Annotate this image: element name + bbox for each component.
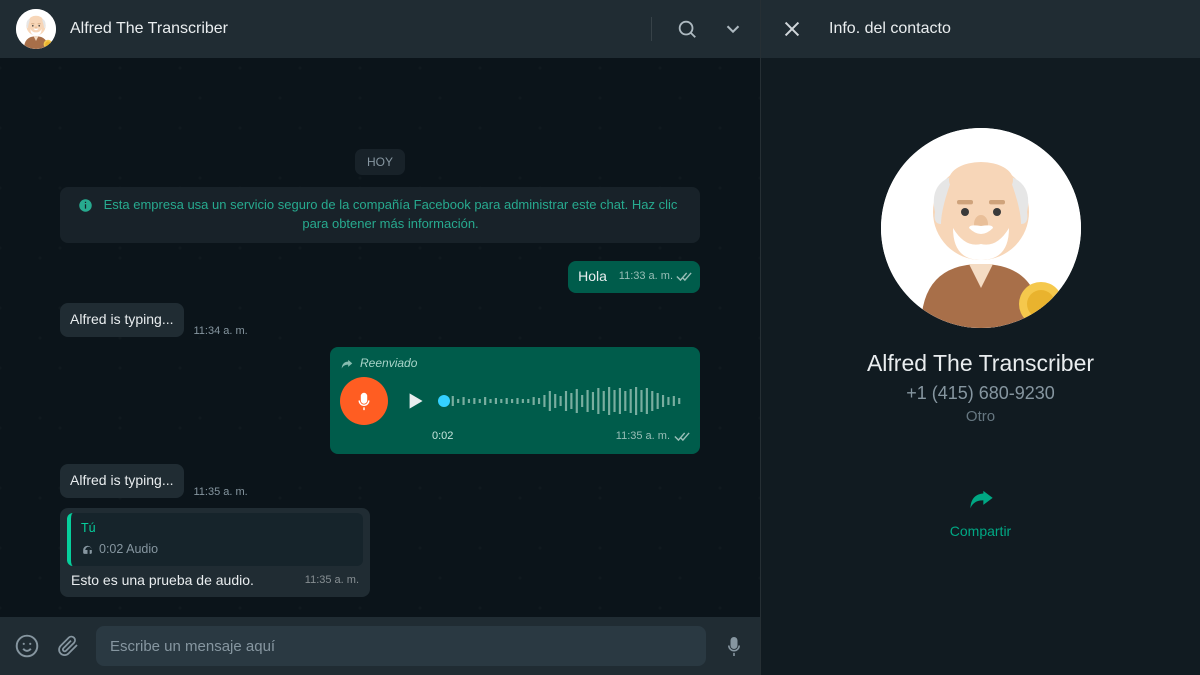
double-check-icon <box>674 431 690 442</box>
message-row: Alfred is typing... 11:34 a. m. <box>60 303 700 337</box>
date-chip: HOY <box>355 149 405 175</box>
close-icon[interactable] <box>781 18 803 40</box>
message-row: Tú 0:02 Audio Esto es una prueba de audi… <box>60 508 700 597</box>
message-time: 11:33 a. m. <box>619 267 673 286</box>
quoted-message[interactable]: Tú 0:02 Audio <box>67 513 363 566</box>
info-banner-text: Esta empresa usa un servicio seguro de l… <box>99 196 682 234</box>
share-button[interactable]: Compartir <box>950 485 1011 539</box>
message-text: Alfred is typing... <box>70 472 174 488</box>
mic-icon[interactable] <box>722 634 746 658</box>
attach-icon[interactable] <box>56 634 80 658</box>
contact-phone: +1 (415) 680-9230 <box>906 383 1055 404</box>
info-icon <box>78 198 93 213</box>
chat-column: Alfred The Transcriber HOY Esta empresa … <box>0 0 760 675</box>
chat-header: Alfred The Transcriber <box>0 0 760 58</box>
header-divider <box>651 17 652 41</box>
mic-avatar-icon <box>340 377 388 425</box>
forwarded-label: Reenviado <box>340 354 690 373</box>
contact-category: Otro <box>966 408 995 425</box>
message-row: Hola 11:33 a. m. <box>60 261 700 293</box>
outgoing-message-bubble[interactable]: Hola 11:33 a. m. <box>568 261 700 293</box>
message-time: 11:35 a. m. <box>194 486 248 498</box>
chevron-down-icon[interactable] <box>722 18 744 40</box>
encryption-info-banner[interactable]: Esta empresa usa un servicio seguro de l… <box>60 187 700 243</box>
share-label: Compartir <box>950 523 1011 539</box>
message-text: Hola <box>578 268 607 284</box>
message-text: Alfred is typing... <box>70 311 174 327</box>
message-time: 11:35 a. m. <box>616 427 670 446</box>
contact-big-avatar[interactable] <box>881 128 1081 328</box>
info-panel-header: Info. del contacto <box>761 0 1200 58</box>
incoming-message-bubble[interactable]: Alfred is typing... <box>60 303 184 337</box>
share-arrow-icon <box>967 485 995 513</box>
message-row: Reenviado <box>60 347 700 454</box>
headphone-icon <box>81 543 94 556</box>
chat-body: HOY Esta empresa usa un servicio seguro … <box>0 58 760 617</box>
voice-message-bubble[interactable]: Reenviado <box>330 347 700 454</box>
header-actions <box>651 17 744 41</box>
message-row: Alfred is typing... 11:35 a. m. <box>60 464 700 498</box>
double-check-icon <box>676 271 692 282</box>
incoming-message-bubble[interactable]: Alfred is typing... <box>60 464 184 498</box>
message-time: 11:34 a. m. <box>194 325 248 337</box>
message-text: Esto es una prueba de audio. <box>71 571 254 590</box>
reply-message-bubble[interactable]: Tú 0:02 Audio Esto es una prueba de audi… <box>60 508 370 597</box>
play-button-icon[interactable] <box>400 388 430 414</box>
message-input[interactable]: Escribe un mensaje aquí <box>96 626 706 666</box>
contact-info-panel: Info. del contacto Alfred The Transcribe… <box>760 0 1200 675</box>
chat-title[interactable]: Alfred The Transcriber <box>70 20 651 38</box>
input-placeholder: Escribe un mensaje aquí <box>110 638 275 655</box>
message-time: 11:35 a. m. <box>305 571 359 590</box>
search-icon[interactable] <box>676 18 698 40</box>
emoji-icon[interactable] <box>14 633 40 659</box>
forward-arrow-icon <box>340 357 354 371</box>
audio-waveform[interactable] <box>442 383 690 419</box>
contact-avatar[interactable] <box>16 9 56 49</box>
composer-bar: Escribe un mensaje aquí <box>0 617 760 675</box>
contact-name: Alfred The Transcriber <box>867 350 1094 377</box>
quote-content: 0:02 Audio <box>99 540 158 559</box>
quote-sender: Tú <box>81 519 353 538</box>
info-panel-title: Info. del contacto <box>829 20 951 38</box>
info-panel-body: Alfred The Transcriber +1 (415) 680-9230… <box>761 58 1200 675</box>
audio-progress-dot[interactable] <box>438 395 450 407</box>
audio-duration: 0:02 <box>432 427 453 446</box>
